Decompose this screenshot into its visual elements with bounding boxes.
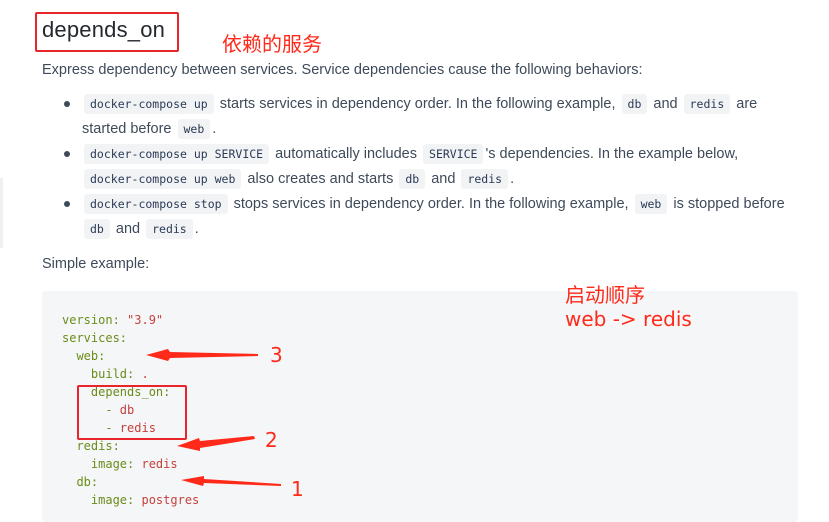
annotation-number-3: 3 — [270, 343, 283, 367]
annotation-arrows — [146, 349, 281, 486]
arrow-2-icon — [177, 436, 255, 451]
arrow-1-icon — [181, 476, 281, 486]
annotation-number-1: 1 — [291, 477, 304, 501]
arrow-3-icon — [146, 349, 258, 361]
annotation-number-2: 2 — [265, 428, 278, 452]
